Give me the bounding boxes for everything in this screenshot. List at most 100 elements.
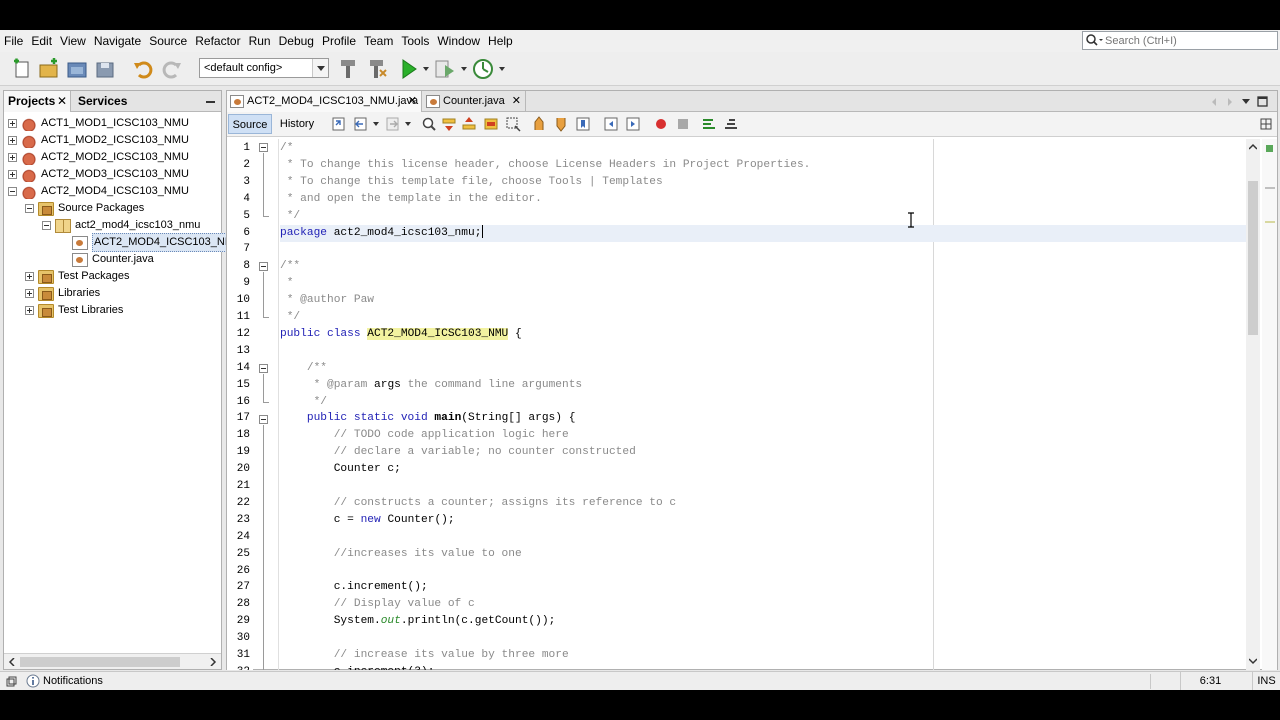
stripe-mark[interactable] (1265, 187, 1275, 189)
tree-item[interactable]: ACT2_MOD2_ICSC103_NMU (8, 149, 189, 166)
stop-macro-icon[interactable] (675, 116, 691, 132)
menu-window[interactable]: Window (433, 30, 484, 52)
code-line[interactable]: // increase its value by three more (280, 647, 569, 664)
code-line[interactable]: * and open the template in the editor. (280, 191, 542, 208)
undo-icon[interactable] (131, 57, 155, 81)
build-hammer-icon[interactable] (336, 57, 360, 81)
menu-debug[interactable]: Debug (275, 30, 318, 52)
forward-icon[interactable] (385, 116, 401, 132)
code-line[interactable]: // TODO code application logic here (280, 427, 569, 444)
code-line[interactable]: * @param args the command line arguments (280, 377, 583, 394)
collapse-icon[interactable] (25, 204, 34, 213)
menu-source[interactable]: Source (145, 30, 191, 52)
horizontal-scrollbar[interactable] (4, 653, 221, 669)
code-line[interactable]: // declare a variable; no counter constr… (280, 444, 636, 461)
code-line[interactable]: * (280, 275, 294, 292)
code-line[interactable]: System.out.println(c.getCount()); (280, 613, 556, 630)
expand-icon[interactable] (8, 170, 17, 179)
code-line[interactable]: */ (280, 208, 300, 225)
previous-bookmark-icon[interactable] (531, 116, 547, 132)
start-macro-icon[interactable] (653, 116, 669, 132)
code-line[interactable]: // Display value of c (280, 596, 475, 613)
rectangular-selection-icon[interactable] (505, 116, 521, 132)
minimize-icon[interactable] (206, 101, 215, 103)
back-dropdown-icon[interactable] (373, 122, 379, 126)
code-lines[interactable]: /* * To change this license header, choo… (280, 139, 1247, 670)
code-line[interactable]: package act2_mod4_icsc103_nmu; (280, 224, 1247, 242)
tree-item[interactable]: ACT1_MOD1_ICSC103_NMU (8, 115, 189, 132)
tree-item[interactable]: act2_mod4_icsc103_nmu (42, 217, 200, 234)
shift-right-icon[interactable] (625, 116, 641, 132)
find-icon[interactable] (421, 116, 437, 132)
maximize-icon[interactable] (1257, 96, 1268, 107)
tree-item[interactable]: ACT2_MOD3_ICSC103_NMU (8, 166, 189, 183)
expand-icon[interactable] (25, 289, 34, 298)
split-editor-icon[interactable] (1258, 116, 1274, 132)
find-previous-icon[interactable] (441, 116, 457, 132)
close-icon[interactable]: ✕ (408, 91, 417, 112)
notifications-label[interactable]: Notifications (43, 672, 103, 690)
code-line[interactable]: // constructs a counter; assigns its ref… (280, 495, 676, 512)
tab-scroll-left-icon[interactable] (1209, 97, 1219, 107)
search-input[interactable] (1105, 34, 1273, 47)
tab-counter-java[interactable]: Counter.java ✕ (423, 91, 526, 112)
code-line[interactable]: Counter c; (280, 461, 401, 478)
tree-item[interactable]: Libraries (25, 285, 100, 302)
menu-profile[interactable]: Profile (318, 30, 360, 52)
menu-refactor[interactable]: Refactor (191, 30, 244, 52)
scroll-down-icon[interactable] (1249, 657, 1257, 665)
expand-icon[interactable] (8, 153, 17, 162)
tree-item[interactable]: ACT2_MOD4_ICSC103_NMU (8, 183, 189, 200)
tab-act2-mod4-java[interactable]: ACT2_MOD4_ICSC103_NMU.java ✕ (227, 91, 422, 112)
next-bookmark-icon[interactable] (553, 116, 569, 132)
stripe-mark[interactable] (1265, 221, 1275, 223)
close-icon[interactable]: ✕ (512, 91, 521, 112)
tab-list-chevron-down-icon[interactable] (1241, 98, 1251, 106)
code-line[interactable]: /* (280, 140, 293, 157)
fold-collapse-icon[interactable] (259, 143, 268, 152)
collapse-icon[interactable] (42, 221, 51, 230)
code-line[interactable]: c.increment(3); (280, 664, 435, 670)
scrollbar-thumb[interactable] (20, 657, 180, 667)
code-line[interactable]: * @author Paw (280, 292, 374, 309)
menu-help[interactable]: Help (484, 30, 517, 52)
code-line[interactable]: /** (280, 258, 300, 275)
uncomment-icon[interactable] (723, 116, 739, 132)
tree-item[interactable]: ACT1_MOD2_ICSC103_NMU (8, 132, 189, 149)
new-project-icon[interactable] (37, 57, 61, 81)
scrollbar-thumb[interactable] (1248, 181, 1258, 335)
expand-icon[interactable] (8, 136, 17, 145)
new-file-icon[interactable] (10, 57, 34, 81)
last-edit-icon[interactable] (331, 116, 347, 132)
run-icon[interactable] (397, 57, 421, 81)
profile-dropdown-icon[interactable] (499, 67, 505, 71)
code-line[interactable]: c = new Counter(); (280, 512, 455, 529)
close-icon[interactable]: ✕ (57, 91, 67, 112)
tree-item[interactable]: Test Packages (25, 268, 130, 285)
tab-projects[interactable]: Projects ✕ (4, 91, 71, 112)
open-project-icon[interactable] (65, 57, 89, 81)
redo-icon[interactable] (160, 57, 184, 81)
expand-icon[interactable] (8, 119, 17, 128)
code-line[interactable]: */ (280, 394, 327, 411)
fold-collapse-icon[interactable] (259, 364, 268, 373)
restore-window-icon[interactable] (6, 676, 17, 687)
notifications-icon[interactable] (26, 674, 40, 688)
config-select[interactable]: <default config> (199, 58, 329, 78)
code-line[interactable]: * To change this license header, choose … (280, 157, 811, 174)
profile-icon[interactable] (471, 57, 495, 81)
back-icon[interactable] (353, 116, 369, 132)
menu-navigate[interactable]: Navigate (90, 30, 145, 52)
menu-file[interactable]: File (0, 30, 27, 52)
tree-item[interactable]: Source Packages (25, 200, 144, 217)
menu-edit[interactable]: Edit (27, 30, 56, 52)
search-box[interactable] (1082, 31, 1278, 50)
tab-scroll-right-icon[interactable] (1225, 97, 1235, 107)
scroll-right-icon[interactable] (209, 658, 217, 666)
find-next-icon[interactable] (461, 116, 477, 132)
code-area[interactable]: 1 2 3 4 5 6 7 8 9 10 11 12 13 14 15 16 17 18 19 20 21 22 23 24 2… (227, 139, 1247, 670)
code-line[interactable]: * To change this template file, choose T… (280, 174, 663, 191)
code-line[interactable]: /** (280, 360, 327, 377)
scroll-left-icon[interactable] (8, 658, 16, 666)
expand-icon[interactable] (25, 306, 34, 315)
